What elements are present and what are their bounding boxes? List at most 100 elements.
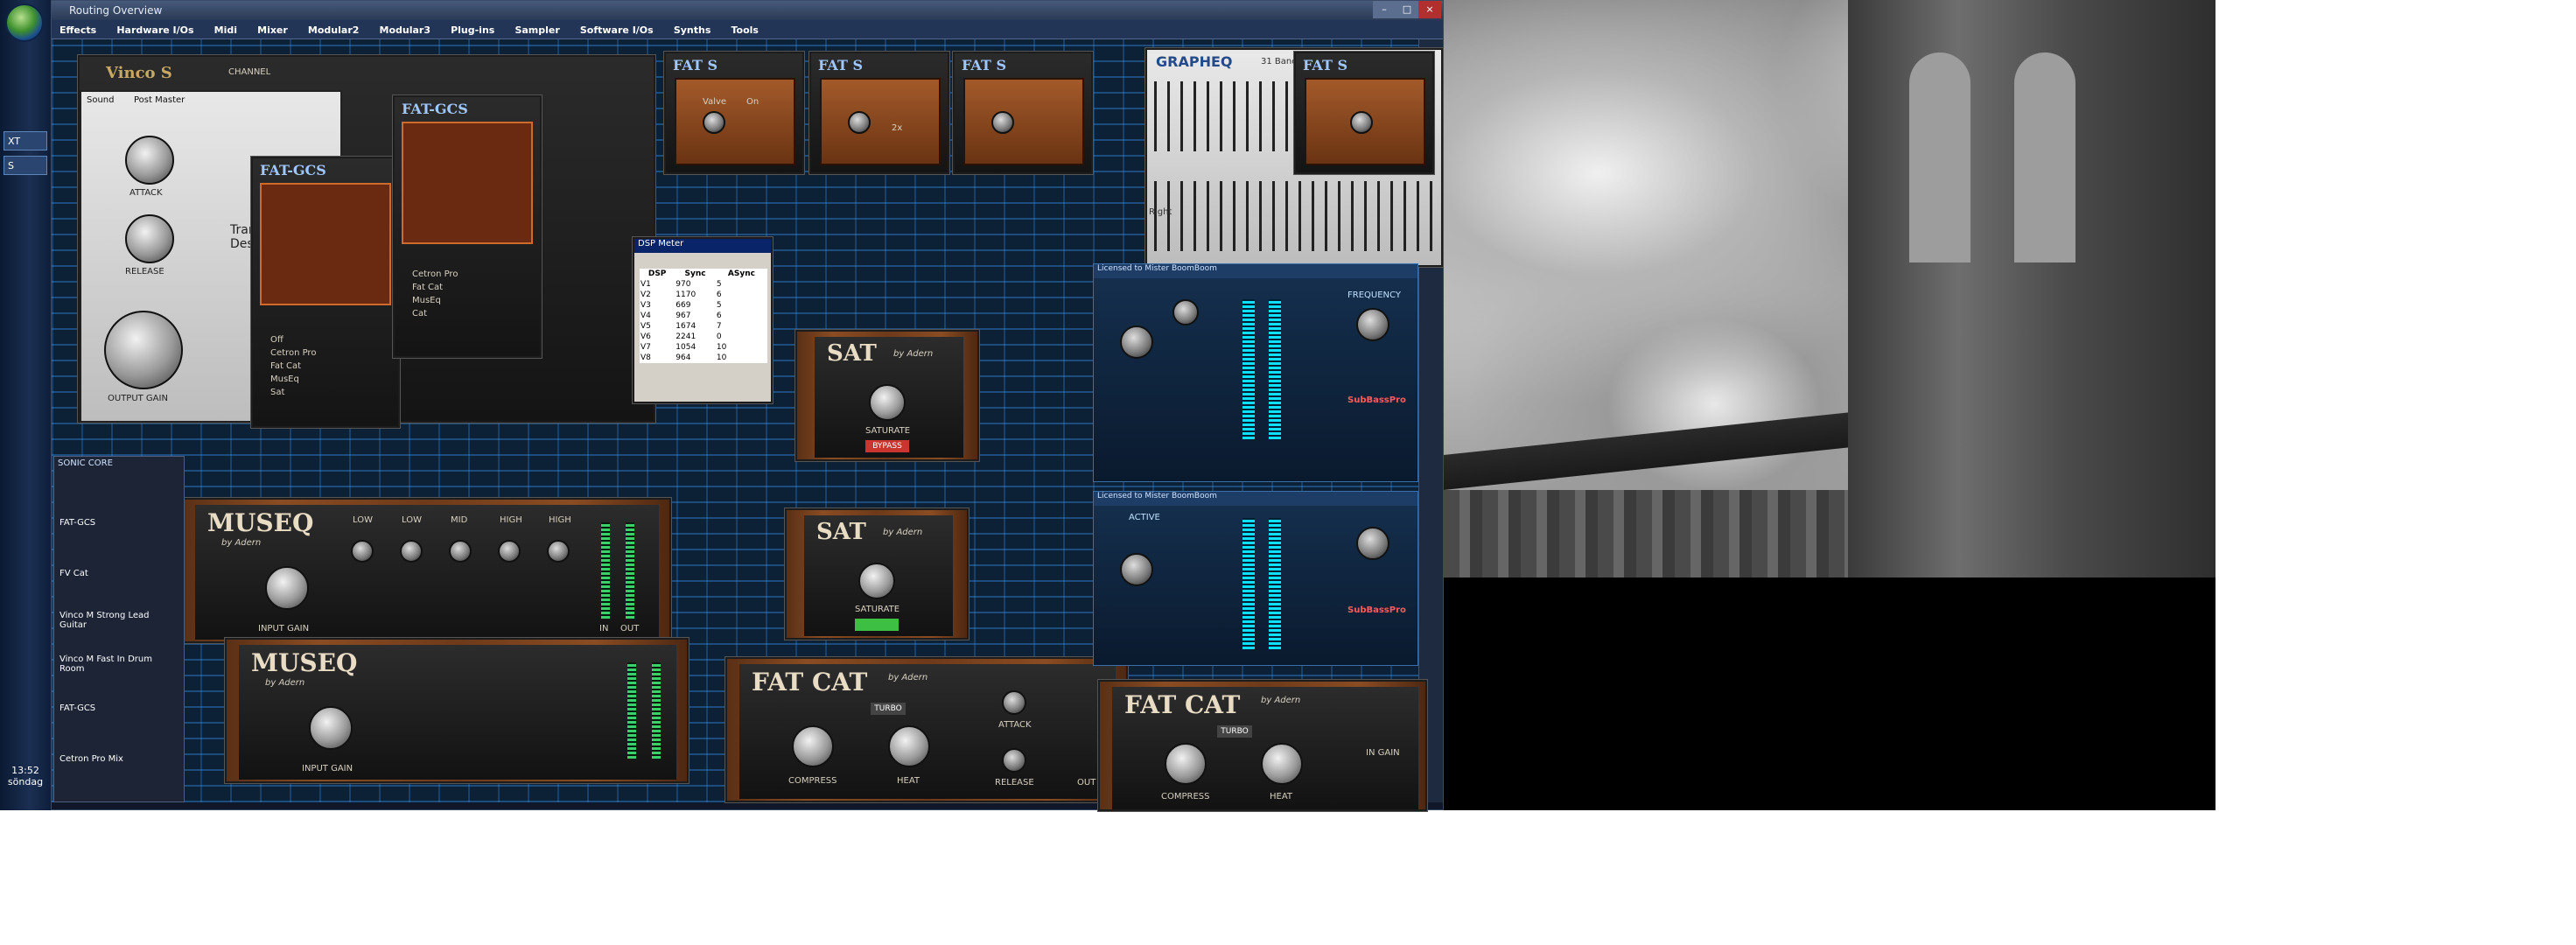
fatcat-2-panel: FAT CAT by Adern TURBO COMPRESS HEAT IN …: [1112, 687, 1418, 809]
start-button[interactable]: [5, 4, 44, 42]
window-title: Routing Overview: [52, 1, 1443, 20]
museq-1-mid-knob[interactable]: [449, 540, 472, 563]
fatcat-2-heat-label: HEAT: [1270, 792, 1293, 802]
sidebar-item[interactable]: Vinco M Fast In Drum Room: [60, 654, 173, 674]
fatgcs-a-item[interactable]: MusEq: [270, 373, 316, 386]
fatgcs-b-item[interactable]: Cetron Pro: [412, 268, 458, 281]
museq-1-low-knob[interactable]: [351, 540, 374, 563]
menu-modular2[interactable]: Modular2: [300, 21, 367, 40]
fatcat-1-attack-knob[interactable]: [1002, 690, 1026, 715]
museq-1-out-label: OUT: [620, 624, 640, 634]
museq-1-input-gain-knob[interactable]: [265, 566, 309, 610]
menu-sampler[interactable]: Sampler: [507, 21, 567, 40]
museq-1-out-meter: [626, 522, 634, 619]
sat-1-by: by Adern: [893, 349, 934, 359]
fatcat-2-in-gain-label: IN GAIN: [1366, 748, 1400, 758]
fatcat-plugin-1: FAT CAT by Adern TURBO COMPRESS HEAT ATT…: [725, 657, 1128, 802]
saturate-knob-1[interactable]: [869, 384, 906, 421]
museq-1-band-label: LOW: [353, 515, 373, 525]
fats-2-valve-knob[interactable]: [848, 111, 871, 134]
fatcat-2-turbo-button[interactable]: TURBO: [1217, 725, 1252, 738]
tower-arch-left: [1909, 52, 1970, 262]
grapheq-right-label: Right: [1149, 207, 1172, 217]
basscore-2-active-label: ACTIVE: [1129, 513, 1160, 522]
basscore-1-frequency-knob[interactable]: [1356, 308, 1390, 341]
fatgcs-b-item[interactable]: Cat: [412, 307, 458, 320]
menu-software-ios[interactable]: Software I/Os: [572, 21, 662, 40]
clock[interactable]: 13:52: [2, 765, 49, 776]
museq-1-low2-knob[interactable]: [400, 540, 423, 563]
fatgcs-b-item[interactable]: Fat Cat: [412, 281, 458, 294]
sonic-core-sidebar: SONIC CORE FAT-GCS FV Cat Vinco M Strong…: [53, 456, 185, 802]
saturate-knob-2[interactable]: [858, 563, 895, 599]
grapheq-right-faders[interactable]: [1154, 181, 1434, 251]
fatgcs-a-item[interactable]: Off: [270, 333, 316, 346]
menu-effects[interactable]: Effects: [52, 21, 104, 40]
basscore-1-drive-knob[interactable]: [1172, 299, 1199, 326]
maximize-button[interactable]: □: [1396, 1, 1418, 18]
fatcat-1-compress-label: COMPRESS: [788, 776, 837, 786]
fatgcs-a-panel: [260, 183, 391, 305]
fatcat-1-release-knob[interactable]: [1002, 748, 1026, 773]
release-label: RELEASE: [125, 267, 164, 276]
fatcat-1-heat-knob[interactable]: [888, 725, 930, 767]
vinco-channel-label: CHANNEL: [228, 67, 271, 77]
museq-1-band-label: HIGH: [549, 515, 571, 525]
sat-plugin-2: SAT by Adern SATURATE: [785, 508, 969, 640]
menu-hardware-ios[interactable]: Hardware I/Os: [108, 21, 201, 40]
fatgcs-a-item[interactable]: Sat: [270, 386, 316, 399]
menu-plugins[interactable]: Plug-ins: [443, 21, 502, 40]
close-button[interactable]: ×: [1418, 1, 1441, 18]
vinco-preset-a[interactable]: Sound: [87, 95, 115, 105]
basscore-2-input-knob[interactable]: [1120, 553, 1153, 586]
fats-4-valve-knob[interactable]: [1350, 111, 1373, 134]
basscore-2-license: Licensed to Mister BoomBoom: [1094, 492, 1418, 506]
basscore-1-license: Licensed to Mister BoomBoom: [1094, 264, 1418, 278]
sidebar-item[interactable]: Cetron Pro Mix: [60, 754, 173, 764]
vinco-preset-b[interactable]: Post Master: [134, 95, 185, 105]
sidebar-item[interactable]: Vinco M Strong Lead Guitar: [60, 611, 173, 630]
fats-3-valve-knob[interactable]: [991, 111, 1014, 134]
basscore-2-frequency-knob[interactable]: [1356, 527, 1390, 560]
museq-2-input-gain-knob[interactable]: [309, 706, 353, 750]
attack-knob[interactable]: [125, 136, 174, 185]
basscore-1-frequency-label: FREQUENCY: [1348, 290, 1401, 300]
vinco-title: Vinco S: [106, 64, 172, 82]
taskbar-button-xt[interactable]: XT: [4, 131, 47, 150]
menu-modular3[interactable]: Modular3: [372, 21, 438, 40]
fatgcs-a-item[interactable]: Cetron Pro: [270, 346, 316, 360]
basscore-1-meter-out: [1269, 299, 1281, 439]
basscore-1-brand: SubBassPro: [1348, 396, 1406, 405]
minimize-button[interactable]: –: [1373, 1, 1396, 18]
sidebar-item[interactable]: FV Cat: [60, 569, 173, 578]
fatcat-1-compress-knob[interactable]: [792, 725, 834, 767]
fats-1-valve-knob[interactable]: [703, 111, 725, 134]
fatcat-1-turbo-button[interactable]: TURBO: [871, 703, 906, 715]
museq-1-high2-knob[interactable]: [547, 540, 570, 563]
museq-1-high-knob[interactable]: [498, 540, 521, 563]
fatcat-2-compress-knob[interactable]: [1165, 743, 1207, 785]
menu-tools[interactable]: Tools: [723, 21, 766, 40]
fats-4-title: FAT S: [1303, 57, 1348, 74]
fatcat-2-by: by Adern: [1261, 696, 1301, 705]
fatgcs-b-item[interactable]: MusEq: [412, 294, 458, 307]
sat-1-bypass-button[interactable]: BYPASS: [865, 440, 909, 452]
museq-1-band-label: MID: [451, 515, 468, 525]
sat-2-on-button[interactable]: [855, 619, 899, 631]
fatcat-1-by: by Adern: [888, 673, 928, 682]
bridge-tower: [1848, 0, 2216, 578]
output-gain-knob[interactable]: [104, 311, 183, 389]
taskbar-button-s[interactable]: S: [4, 156, 47, 175]
release-knob[interactable]: [125, 214, 174, 263]
basscore-1-input-knob[interactable]: [1120, 326, 1153, 359]
menu-midi[interactable]: Midi: [206, 21, 245, 40]
menu-mixer[interactable]: Mixer: [249, 21, 296, 40]
basscore-2-brand: SubBassPro: [1348, 606, 1406, 615]
fatgcs-b-list: Cetron Pro Fat Cat MusEq Cat: [412, 268, 458, 320]
fatcat-2-heat-knob[interactable]: [1261, 743, 1303, 785]
menu-synths[interactable]: Synths: [666, 21, 719, 40]
sidebar-item[interactable]: FAT-GCS: [60, 704, 173, 713]
fatgcs-a-item[interactable]: Fat Cat: [270, 360, 316, 373]
museq-1-input-gain-label: INPUT GAIN: [258, 624, 310, 634]
sidebar-item[interactable]: FAT-GCS: [60, 518, 173, 528]
